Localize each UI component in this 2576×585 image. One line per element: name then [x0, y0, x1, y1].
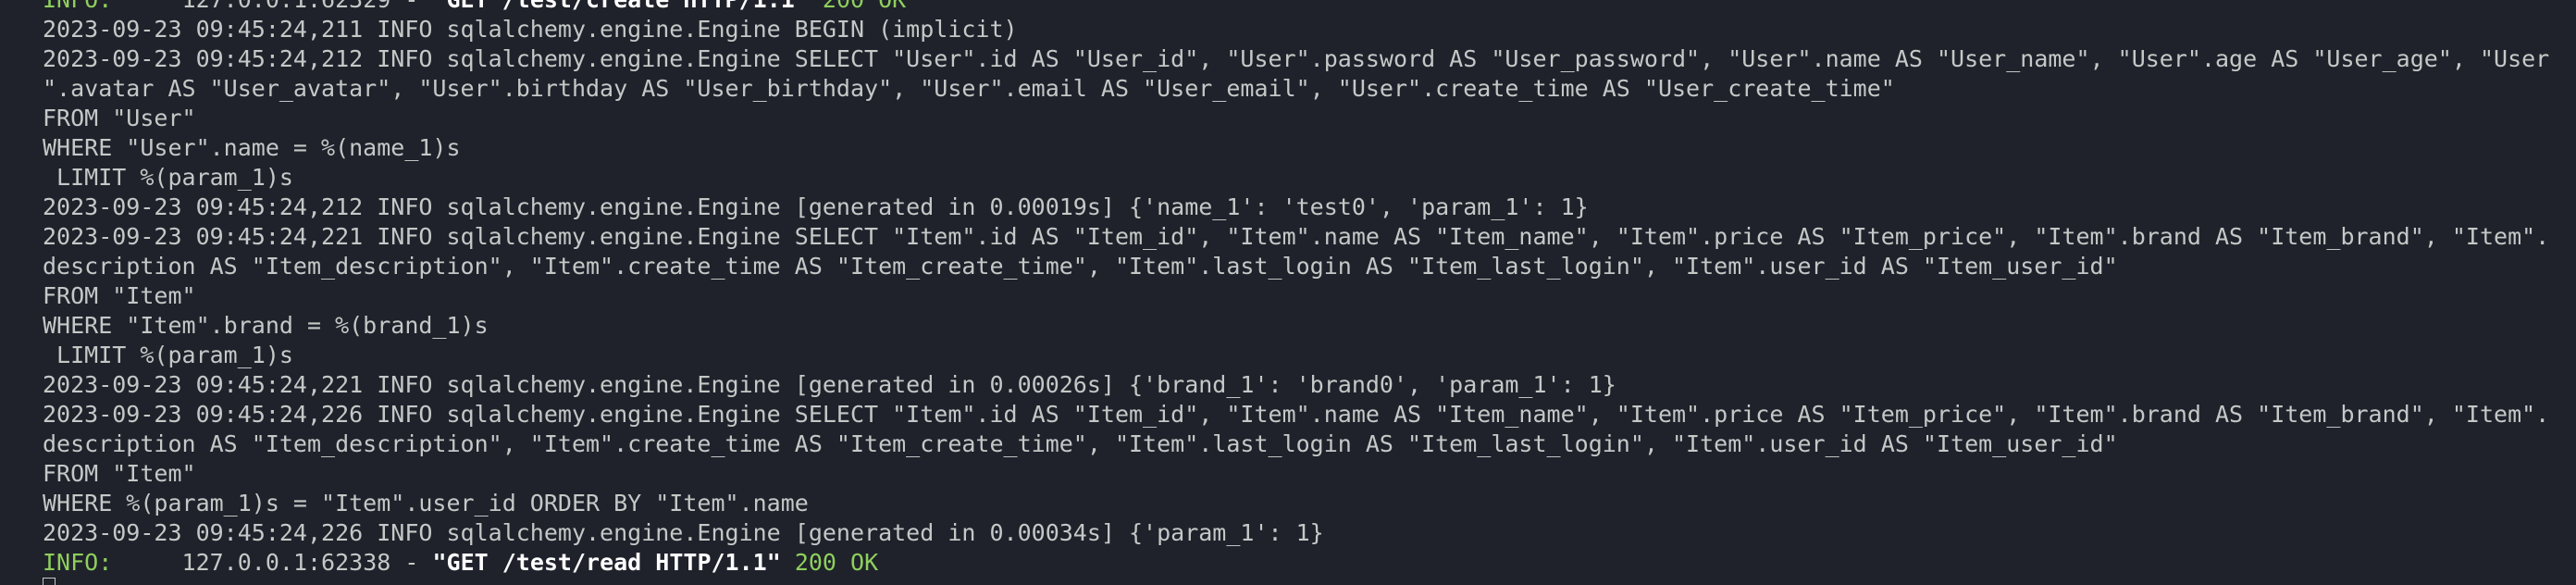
log-line: description AS "Item_description", "Item… — [43, 253, 2118, 280]
server-log-line: INFO: 127.0.0.1:62338 - "GET /test/read … — [43, 548, 2576, 578]
log-line: FROM "Item" — [43, 460, 196, 487]
http-status: 200 OK — [780, 549, 879, 576]
http-status: 200 OK — [809, 0, 906, 13]
log-line: 2023-09-23 09:45:24,221 INFO sqlalchemy.… — [43, 371, 1616, 398]
http-request: "GET /test/read HTTP/1.1" — [432, 549, 781, 576]
log-line: 2023-09-23 09:45:24,212 INFO sqlalchemy.… — [43, 193, 1589, 220]
server-log-line: INFO: 127.0.0.1:62329 - "GET /test/creat… — [43, 0, 2576, 15]
http-request: "GET /test/create HTTP/1.1" — [432, 0, 808, 13]
cursor-icon — [43, 578, 56, 585]
info-prefix: INFO: — [43, 549, 113, 576]
separator: - — [390, 0, 432, 13]
log-line: description AS "Item_description", "Item… — [43, 430, 2118, 457]
log-line: WHERE "Item".brand = %(brand_1)s — [43, 312, 489, 339]
log-line: FROM "Item" — [43, 282, 196, 309]
log-line: 2023-09-23 09:45:24,212 INFO sqlalchemy.… — [43, 45, 2550, 72]
info-prefix: INFO: — [43, 0, 112, 13]
prompt-line[interactable] — [43, 578, 2576, 585]
log-line: WHERE "User".name = %(name_1)s — [43, 134, 461, 161]
log-line: WHERE %(param_1)s = "Item".user_id ORDER… — [43, 490, 809, 517]
log-line: 2023-09-23 09:45:24,221 INFO sqlalchemy.… — [43, 223, 2550, 250]
log-line: ".avatar AS "User_avatar", "User".birthd… — [43, 75, 1895, 102]
client-address: 127.0.0.1:62329 — [182, 0, 391, 13]
separator: - — [390, 549, 433, 576]
log-line: 2023-09-23 09:45:24,211 INFO sqlalchemy.… — [43, 16, 1018, 43]
terminal-window[interactable]: INFO: 127.0.0.1:62329 - "GET /test/creat… — [0, 0, 2576, 585]
log-line: 2023-09-23 09:45:24,226 INFO sqlalchemy.… — [43, 519, 1324, 546]
log-line: FROM "User" — [43, 105, 196, 131]
log-line: LIMIT %(param_1)s — [43, 164, 293, 191]
log-line: 2023-09-23 09:45:24,226 INFO sqlalchemy.… — [43, 401, 2550, 428]
client-address: 127.0.0.1:62338 — [181, 549, 391, 576]
log-line: LIMIT %(param_1)s — [43, 342, 293, 368]
